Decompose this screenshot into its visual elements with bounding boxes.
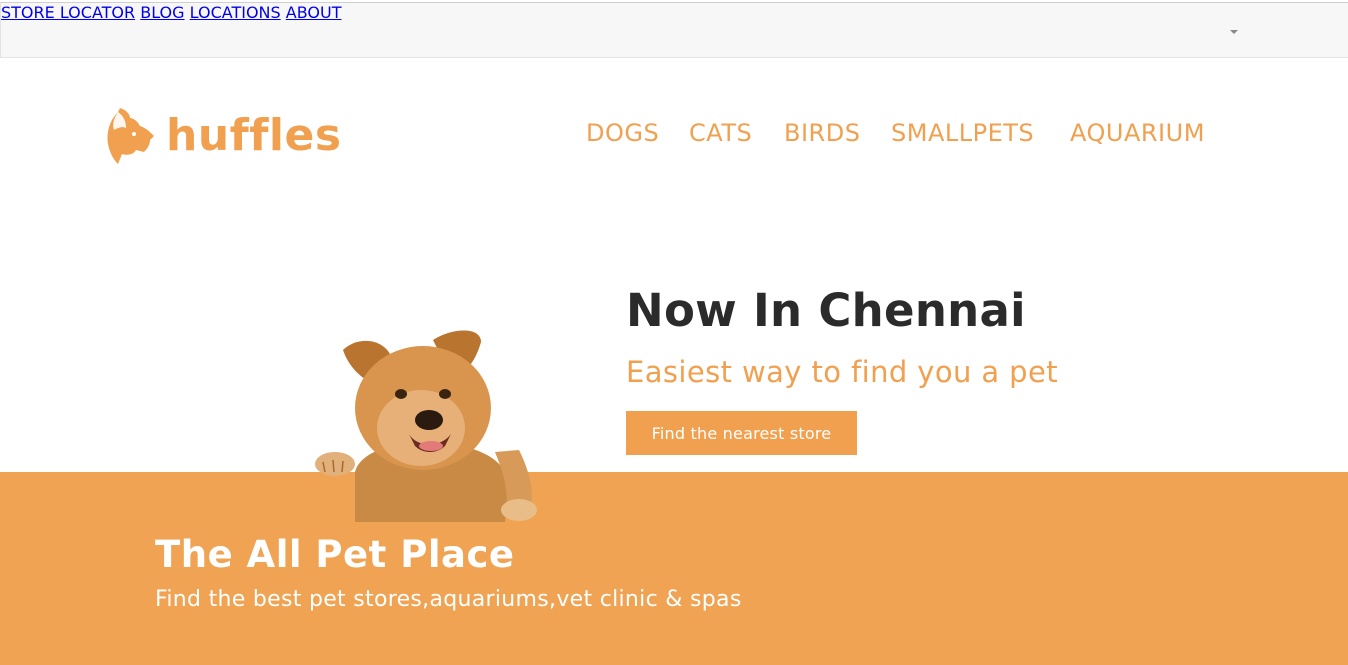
caret-down-icon[interactable] <box>1230 30 1238 34</box>
topnav-blog[interactable]: BLOG <box>140 3 184 22</box>
nav-smallpets[interactable]: SMALLPETS <box>891 119 1034 147</box>
topnav-store-locator[interactable]: STORE LOCATOR <box>1 3 135 22</box>
dog-photo <box>315 330 537 522</box>
hero-subtitle: Easiest way to find you a pet <box>626 355 1058 389</box>
dog-head-icon <box>107 108 154 164</box>
site-logo[interactable]: huffles <box>104 104 341 168</box>
find-nearest-store-button[interactable]: Find the nearest store <box>626 411 857 455</box>
nav-dogs[interactable]: DOGS <box>586 119 659 147</box>
logo-wordmark: huffles <box>166 110 342 161</box>
top-utility-bar: STORE LOCATOR BLOG LOCATIONS ABOUT <box>0 2 1348 58</box>
topnav-locations[interactable]: LOCATIONS <box>190 3 281 22</box>
nav-cats[interactable]: CATS <box>689 119 752 147</box>
nav-birds[interactable]: BIRDS <box>784 119 860 147</box>
hero-title: Now In Chennai <box>626 284 1026 337</box>
band-subtitle: Find the best pet stores,aquariums,vet c… <box>155 587 742 612</box>
topnav-about[interactable]: ABOUT <box>286 3 342 22</box>
nav-aquarium[interactable]: AQUARIUM <box>1070 119 1205 147</box>
band-title: The All Pet Place <box>155 533 515 576</box>
